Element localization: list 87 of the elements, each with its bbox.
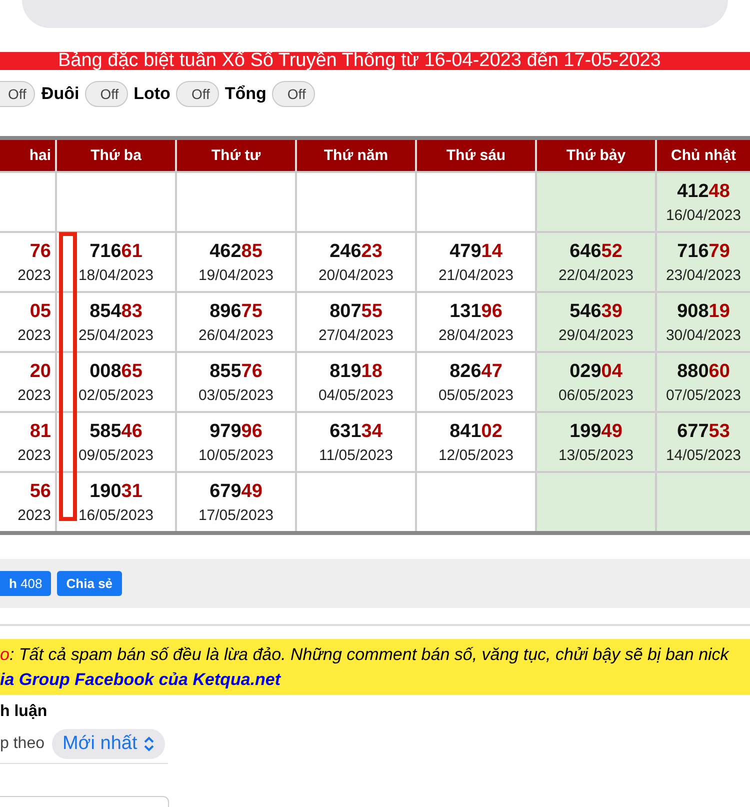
column-header: Chủ nhật (655, 140, 750, 171)
toggle-label: Loto (134, 84, 170, 104)
result-number: 85483 (90, 300, 142, 322)
column-header: Thứ sáu (415, 140, 535, 171)
column-header: Thứ bảy (535, 140, 655, 171)
result-number: 46285 (210, 240, 262, 262)
result-number: 90819 (677, 300, 730, 322)
result-number: 05 (30, 300, 51, 322)
result-date: 03/05/2023 (198, 386, 274, 404)
result-date: 2023 (18, 386, 51, 404)
result-number: 67949 (210, 480, 262, 502)
result-number: 85576 (210, 360, 262, 382)
column-header: Thứ ba (55, 140, 175, 171)
result-number: 71661 (90, 240, 142, 262)
toggle-label: Đuôi (41, 84, 80, 104)
result-date: 23/04/2023 (666, 266, 742, 284)
result-date: 27/04/2023 (318, 326, 394, 344)
result-date: 2023 (18, 506, 51, 524)
column-header: Thứ tư (175, 140, 295, 171)
result-number: 81 (30, 420, 51, 442)
toggle-switch[interactable]: Off (85, 81, 128, 107)
result-date: 2023 (18, 446, 51, 464)
banner-title: Bảng đặc biệt tuần Xổ Số Truyền Thống từ 16-04-2023 đến 17-05-2023 (0, 52, 750, 70)
result-number: 81918 (330, 360, 382, 382)
result-number: 56 (30, 480, 51, 502)
result-number: 82647 (450, 360, 502, 382)
comments-heading: h luận (0, 703, 48, 721)
result-number: 02904 (570, 360, 622, 382)
warning-notice: o: Tất cả spam bán số đều là lừa đảo. Những comment bán số, văng tục, chửi bậy sẽ bị ban nick ia Group Facebook của Ketqua.net (0, 639, 750, 695)
result-number: 47914 (450, 240, 502, 262)
result-date: 05/05/2023 (438, 386, 514, 404)
toggle-label: Tổng (224, 84, 266, 104)
result-number: 63134 (330, 420, 382, 442)
result-date: 16/05/2023 (78, 506, 154, 524)
result-date: 17/05/2023 (198, 506, 274, 524)
result-number: 00865 (90, 360, 142, 382)
result-date: 2023 (18, 326, 51, 344)
result-number: 80755 (330, 300, 382, 322)
result-number: 58546 (90, 420, 142, 442)
result-date: 09/05/2023 (78, 446, 154, 464)
facebook-group-link[interactable]: ia Group Facebook của Ketqua.net (0, 670, 281, 689)
toggle-switch[interactable]: Off (176, 81, 219, 107)
result-date: 14/05/2023 (666, 446, 742, 464)
result-date: 10/05/2023 (198, 446, 274, 464)
result-date: 20/04/2023 (318, 266, 394, 284)
result-number: 84102 (450, 420, 502, 442)
result-number: 54639 (570, 300, 622, 322)
result-date: 04/05/2023 (318, 386, 394, 404)
result-number: 41248 (677, 180, 730, 202)
result-date: 02/05/2023 (78, 386, 154, 404)
result-number: 76 (30, 240, 51, 262)
column-header: hai (0, 140, 55, 171)
chevron-updown-icon (143, 736, 156, 752)
result-date: 22/04/2023 (558, 266, 634, 284)
column-header: Thứ năm (295, 140, 415, 171)
result-date: 18/04/2023 (78, 266, 154, 284)
result-date: 12/05/2023 (438, 446, 514, 464)
result-date: 19/04/2023 (198, 266, 274, 284)
sort-label: p theo (0, 735, 44, 753)
result-date: 21/04/2023 (438, 266, 514, 284)
share-button[interactable]: Chia sẻ (57, 571, 122, 596)
result-date: 07/05/2023 (666, 386, 742, 404)
result-date: 06/05/2023 (558, 386, 634, 404)
toggle-switch[interactable]: Off (272, 81, 315, 107)
result-date: 25/04/2023 (78, 326, 154, 344)
toggle-switch[interactable]: Off (0, 81, 36, 107)
result-number: 13196 (450, 300, 502, 322)
result-date: 16/04/2023 (666, 206, 742, 224)
like-button[interactable]: h 408 (0, 571, 52, 596)
result-number: 97996 (210, 420, 262, 442)
result-date: 29/04/2023 (558, 326, 634, 344)
sort-select[interactable]: Mới nhất (52, 729, 166, 759)
result-number: 88060 (677, 360, 730, 382)
result-number: 67753 (677, 420, 730, 442)
result-number: 24623 (330, 240, 382, 262)
result-date: 28/04/2023 (438, 326, 514, 344)
result-number: 71679 (677, 240, 730, 262)
result-date: 2023 (18, 266, 51, 284)
result-date: 13/05/2023 (558, 446, 634, 464)
result-date: 30/04/2023 (666, 326, 742, 344)
result-number: 19031 (90, 480, 142, 502)
result-number: 19949 (570, 420, 622, 442)
result-number: 64652 (570, 240, 622, 262)
result-number: 20 (30, 360, 51, 382)
result-date: 11/05/2023 (319, 446, 393, 464)
result-number: 89675 (210, 300, 262, 322)
result-date: 26/04/2023 (198, 326, 274, 344)
